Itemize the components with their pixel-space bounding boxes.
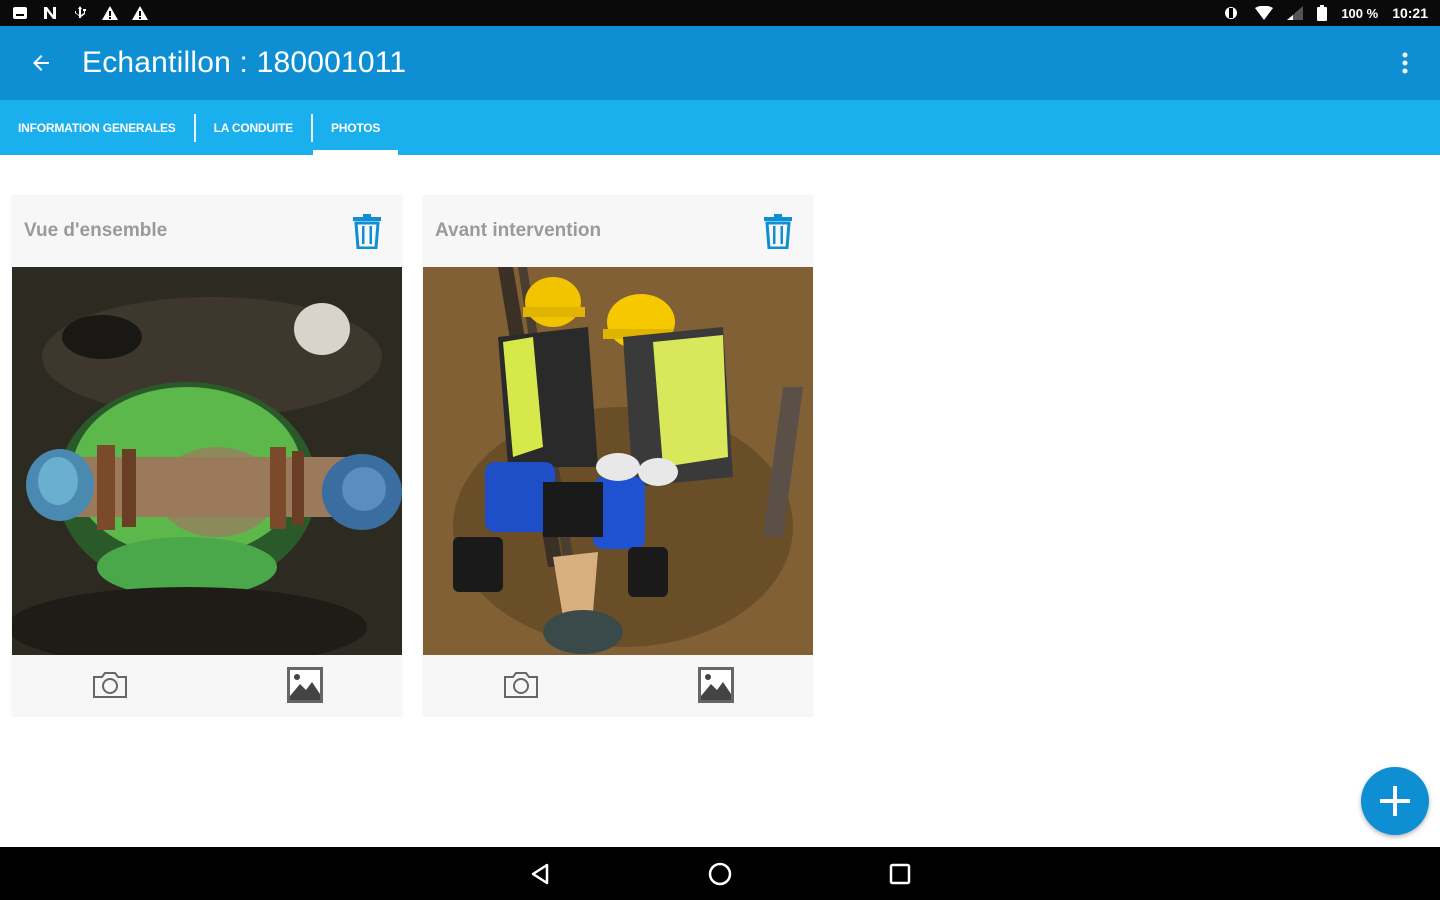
- wifi-icon: [1255, 6, 1274, 20]
- signal-icon: [1287, 6, 1304, 20]
- nav-back-button[interactable]: [520, 854, 560, 894]
- recents-square-icon: [889, 863, 911, 884]
- tab-label: LA CONDUITE: [213, 120, 294, 135]
- system-nav-bar: [0, 847, 1440, 900]
- gallery-icon: [697, 667, 734, 703]
- back-button[interactable]: [0, 26, 82, 100]
- choose-from-gallery-button[interactable]: [692, 663, 740, 707]
- card-actions: [423, 655, 813, 715]
- n-icon: [44, 7, 56, 19]
- camera-icon: [503, 672, 538, 698]
- valve-pipe-photo[interactable]: [12, 267, 402, 655]
- trash-icon: [353, 214, 381, 249]
- tab-photos[interactable]: PHOTOS: [312, 100, 399, 155]
- usb-icon: [75, 6, 86, 18]
- notification-icon: [13, 7, 27, 19]
- tab-bar: INFORMATION GENERALES LA CONDUITE PHOTOS: [0, 100, 1440, 155]
- photos-content: Vue d'ensemble Avant intervention: [0, 155, 1440, 847]
- warning-icon: [102, 6, 118, 20]
- battery-percent: 100 %: [1341, 5, 1379, 21]
- take-photo-button[interactable]: [497, 663, 545, 707]
- battery-icon: [1317, 5, 1328, 21]
- tab-information-generales[interactable]: INFORMATION GENERALES: [0, 100, 194, 155]
- tab-label: PHOTOS: [330, 120, 381, 135]
- card-actions: [12, 655, 402, 715]
- status-bar: 100 % 10:21: [0, 0, 1440, 26]
- choose-from-gallery-button[interactable]: [281, 663, 329, 707]
- tab-la-conduite[interactable]: LA CONDUITE: [196, 100, 311, 155]
- arrow-back-icon: [33, 55, 49, 71]
- overflow-menu-button[interactable]: [1390, 48, 1420, 78]
- back-triangle-icon: [531, 863, 549, 884]
- app-bar: Echantillon : 180001011: [0, 26, 1440, 100]
- trash-icon: [764, 214, 792, 249]
- gallery-icon: [286, 667, 323, 703]
- card-header: Avant intervention: [423, 195, 813, 267]
- nav-recents-button[interactable]: [880, 854, 920, 894]
- home-circle-icon: [708, 862, 732, 885]
- nav-home-button[interactable]: [700, 854, 740, 894]
- vibrate-icon: [1225, 7, 1238, 19]
- card-title: Vue d'ensemble: [24, 220, 168, 241]
- plus-icon: [1380, 786, 1410, 816]
- delete-photo-button[interactable]: [761, 212, 795, 250]
- camera-icon: [92, 672, 127, 698]
- clock: 10:21: [1392, 5, 1428, 21]
- status-left-icons: [12, 6, 148, 20]
- card-title: Avant intervention: [435, 220, 602, 241]
- warning-icon: [132, 6, 148, 20]
- workers-trench-photo[interactable]: [423, 267, 813, 655]
- delete-photo-button[interactable]: [350, 212, 384, 250]
- page-title: Echantillon : 180001011: [82, 46, 407, 79]
- photo-card: Avant intervention: [423, 195, 813, 715]
- more-vert-icon: [1402, 52, 1408, 74]
- add-photo-fab[interactable]: [1361, 767, 1429, 835]
- photo-card: Vue d'ensemble: [12, 195, 402, 715]
- card-header: Vue d'ensemble: [12, 195, 402, 267]
- take-photo-button[interactable]: [86, 663, 134, 707]
- status-right-icons: 100 % 10:21: [1221, 5, 1428, 21]
- tab-label: INFORMATION GENERALES: [18, 120, 176, 135]
